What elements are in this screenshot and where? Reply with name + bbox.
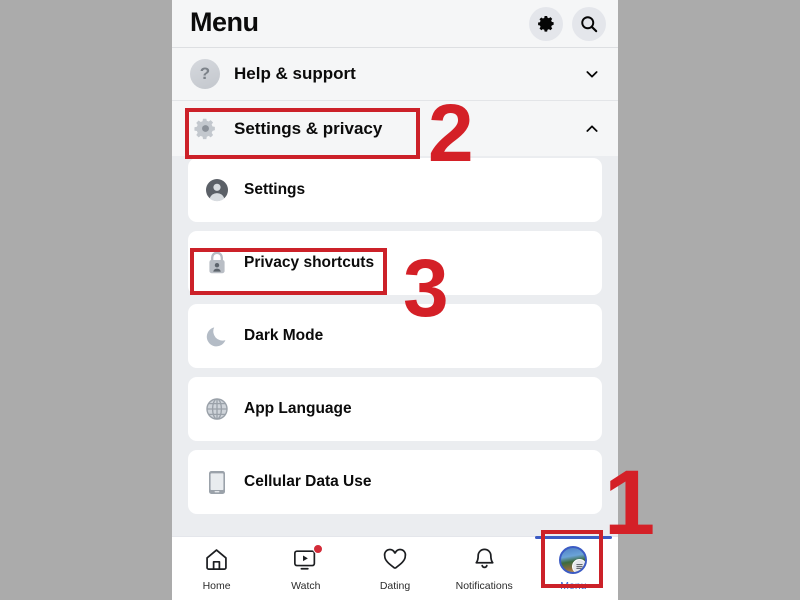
gear-icon-glyph (537, 16, 554, 32)
phone-screen: Menu ? Help & support Settings & privacy… (172, 0, 618, 600)
annotation-box-privacy-shortcuts (190, 248, 387, 295)
person-circle-icon-glyph (206, 179, 228, 202)
tab-label: Dating (379, 580, 411, 592)
tab-dating[interactable]: Dating (350, 537, 439, 600)
search-icon-glyph (581, 15, 598, 32)
phone-icon (204, 469, 230, 495)
home-icon (204, 546, 229, 573)
menu-item-label: Settings (244, 181, 306, 198)
menu-item-cellular-data-use[interactable]: Cellular Data Use (188, 450, 602, 514)
bell-icon (473, 546, 496, 573)
app-header: Menu (172, 0, 618, 48)
globe-icon-glyph (206, 398, 228, 420)
phone-icon-glyph (209, 470, 225, 494)
help-and-support-label: Help & support (234, 64, 356, 83)
globe-icon (204, 396, 230, 422)
chevron-down-icon[interactable] (584, 66, 600, 82)
watch-video-icon (293, 544, 323, 573)
tab-label: Home (202, 580, 231, 592)
search-icon[interactable] (572, 6, 606, 41)
chevron-up-icon[interactable] (584, 121, 600, 137)
menu-item-label: Dark Mode (244, 327, 324, 344)
question-mark-icon: ? (190, 59, 220, 89)
annotation-box-menu-tab (541, 530, 603, 588)
gear-icon[interactable] (529, 6, 563, 41)
annotation-number-2: 2 (428, 88, 474, 179)
tab-label: Watch (291, 580, 321, 592)
tab-home[interactable]: Home (172, 537, 261, 600)
menu-item-app-language[interactable]: App Language (188, 377, 602, 441)
tab-watch[interactable]: Watch (261, 537, 350, 600)
menu-item-settings[interactable]: Settings (188, 158, 602, 222)
menu-item-label: Cellular Data Use (244, 473, 372, 490)
annotation-number-3: 3 (403, 243, 449, 334)
menu-item-label: App Language (244, 400, 352, 417)
settings-card-list: Settings Privacy shortcuts Dark Mode App… (172, 158, 618, 514)
dating-hearts-icon (381, 546, 409, 573)
moon-icon-glyph (206, 327, 226, 347)
watch-badge (312, 544, 323, 554)
menu-item-dark-mode[interactable]: Dark Mode (188, 304, 602, 368)
annotation-number-1: 1 (604, 452, 656, 554)
bell-icon-glyph (475, 548, 494, 569)
tab-notifications[interactable]: Notifications (440, 537, 529, 600)
page-title: Menu (190, 7, 259, 37)
moon-icon (204, 323, 230, 349)
person-circle-icon (204, 177, 230, 203)
dating-hearts-icon-glyph (383, 548, 407, 570)
tab-label: Notifications (455, 580, 513, 592)
annotation-box-settings-and-privacy (185, 108, 420, 159)
home-icon-glyph (206, 549, 227, 570)
screenshot-root: Menu ? Help & support Settings & privacy… (0, 0, 800, 600)
help-and-support-row[interactable]: ? Help & support (172, 48, 618, 101)
